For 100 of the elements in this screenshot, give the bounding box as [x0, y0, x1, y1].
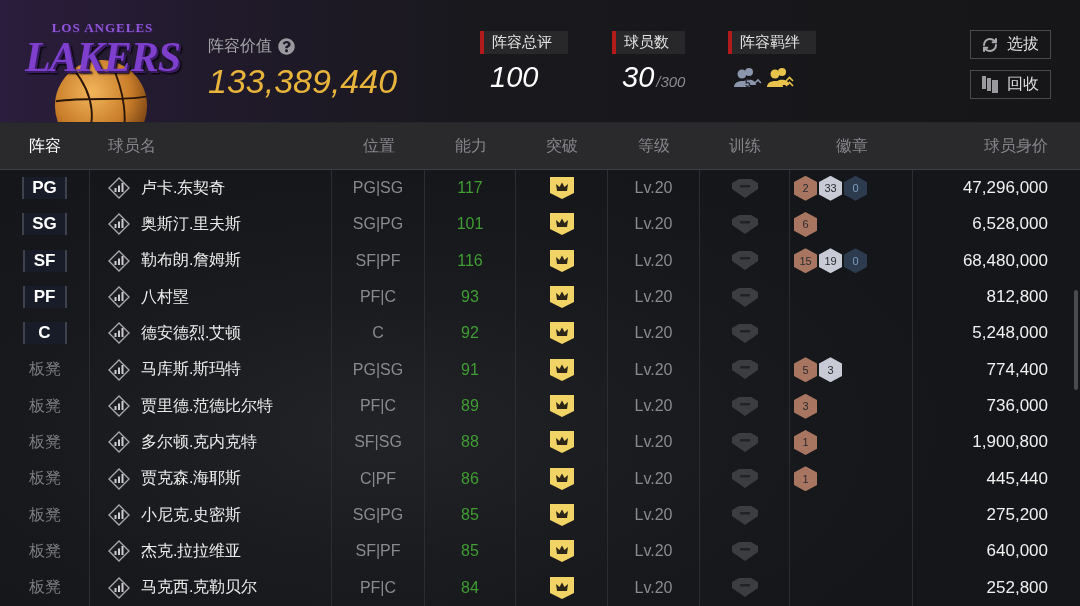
- position-text: PG|SG: [352, 360, 404, 379]
- crown-shield-icon: [548, 212, 575, 237]
- shield-icon: [730, 359, 759, 381]
- group-icon[interactable]: [767, 66, 795, 88]
- logo-text: LAKERS: [24, 34, 181, 81]
- position-text: PF|C: [359, 397, 397, 416]
- skill-badge: 1: [794, 466, 817, 492]
- lineup-value-label: 阵容价值: [208, 36, 272, 56]
- player-name[interactable]: 马克西.克勒贝尔: [141, 577, 258, 599]
- player-name[interactable]: 八村塁: [141, 286, 189, 308]
- player-name[interactable]: 奥斯汀.里夫斯: [141, 214, 242, 235]
- crown-shield-icon: [548, 357, 575, 382]
- player-name[interactable]: 小尼克.史密斯: [141, 504, 242, 526]
- shield-icon: [730, 395, 759, 417]
- skill-badge: 0: [844, 175, 867, 201]
- rank-icon: [108, 358, 130, 381]
- crown-shield-icon: [548, 248, 575, 273]
- rank-icon: [108, 249, 130, 272]
- skill-badge: 6: [794, 212, 817, 237]
- bench-label: 板凳: [28, 577, 61, 598]
- position-tag[interactable]: SG: [22, 213, 67, 236]
- player-name[interactable]: 马库斯.斯玛特: [141, 359, 242, 381]
- player-name[interactable]: 贾克森.海耶斯: [141, 468, 242, 490]
- stat-label: 球员数: [612, 31, 685, 54]
- column-header[interactable]: 徽章: [790, 123, 913, 169]
- player-value: 640,000: [986, 541, 1048, 562]
- player-name[interactable]: 德安德烈.艾顿: [141, 323, 242, 344]
- help-icon[interactable]: [278, 38, 295, 55]
- rank-icon: [108, 467, 130, 490]
- skill-badge: 1: [794, 430, 817, 455]
- player-name[interactable]: 杰克.拉拉维亚: [141, 541, 242, 562]
- position-text: PF|C: [359, 578, 397, 597]
- column-header[interactable]: 突破: [516, 123, 608, 169]
- skill-badge: 33: [819, 175, 842, 201]
- column-header[interactable]: 训练: [700, 123, 790, 169]
- rank-icon: [108, 431, 130, 454]
- shield-icon: [730, 214, 759, 235]
- crown-shield-icon: [548, 539, 575, 564]
- ability-rating: 89: [461, 397, 479, 416]
- level-text: Lv.20: [634, 542, 673, 561]
- position-tag[interactable]: PG: [22, 177, 67, 200]
- ability-rating: 92: [461, 324, 479, 343]
- position-tag[interactable]: SF: [22, 249, 67, 272]
- shield-icon: [730, 432, 759, 453]
- position-text: SF|SG: [354, 433, 402, 452]
- level-text: Lv.20: [634, 506, 673, 525]
- stat-total: /300: [656, 73, 686, 90]
- bench-label: 板凳: [28, 541, 61, 561]
- player-value: 68,480,000: [962, 250, 1048, 271]
- crown-shield-icon: [548, 503, 575, 528]
- ability-rating: 93: [461, 288, 479, 307]
- player-value: 736,000: [986, 396, 1048, 417]
- column-header[interactable]: 位置: [332, 123, 425, 169]
- position-text: SF|PF: [355, 542, 401, 561]
- ability-rating: 85: [461, 542, 479, 561]
- column-header[interactable]: 球员身价: [913, 123, 1080, 169]
- level-text: Lv.20: [634, 288, 673, 307]
- column-header[interactable]: 球员名: [90, 123, 332, 169]
- skill-badge: 2: [794, 175, 817, 201]
- scrollbar[interactable]: [1074, 290, 1078, 390]
- lineup-value: 133,389,440: [208, 63, 399, 101]
- column-header[interactable]: 能力: [425, 123, 516, 169]
- stat-value: 100: [490, 63, 539, 92]
- skill-badge: 3: [794, 393, 817, 419]
- level-text: Lv.20: [634, 578, 673, 597]
- crown-shield-icon: [548, 466, 575, 491]
- position-text: PG|SG: [352, 179, 404, 198]
- player-name[interactable]: 卢卡.东契奇: [141, 177, 226, 199]
- rank-icon: [108, 322, 130, 345]
- shield-icon: [730, 541, 759, 562]
- shield-icon: [730, 577, 759, 599]
- player-value: 812,800: [986, 287, 1048, 308]
- position-text: C|PF: [359, 469, 397, 488]
- level-text: Lv.20: [634, 179, 673, 198]
- bench-label: 板凳: [28, 504, 61, 525]
- player-value: 1,900,800: [972, 432, 1048, 453]
- player-name[interactable]: 多尔顿.克内克特: [141, 432, 258, 453]
- ability-rating: 116: [457, 251, 483, 270]
- position-tag[interactable]: C: [22, 322, 67, 345]
- skill-badge: 15: [794, 248, 817, 274]
- ability-rating: 85: [461, 506, 479, 525]
- shield-icon: [730, 177, 759, 199]
- group-icon[interactable]: [734, 66, 762, 88]
- refresh-button[interactable]: 选拔: [970, 30, 1051, 59]
- recycle-button[interactable]: 回收: [970, 70, 1051, 99]
- player-name[interactable]: 勒布朗.詹姆斯: [141, 250, 242, 272]
- player-name[interactable]: 贾里德.范德比尔特: [141, 395, 274, 417]
- level-text: Lv.20: [634, 360, 673, 379]
- skill-badge: 5: [794, 357, 817, 383]
- position-tag[interactable]: PF: [22, 286, 67, 309]
- bench-label: 板凳: [28, 468, 61, 489]
- column-header[interactable]: 阵容: [0, 123, 90, 169]
- column-header[interactable]: 等级: [608, 123, 700, 169]
- crown-shield-icon: [548, 176, 575, 201]
- stat-label: 阵容羁绊: [728, 31, 816, 54]
- ability-rating: 117: [457, 179, 483, 198]
- ability-rating: 84: [461, 578, 479, 597]
- cards-icon: [982, 76, 998, 93]
- player-value: 6,528,000: [972, 214, 1048, 235]
- player-value: 47,296,000: [962, 178, 1048, 199]
